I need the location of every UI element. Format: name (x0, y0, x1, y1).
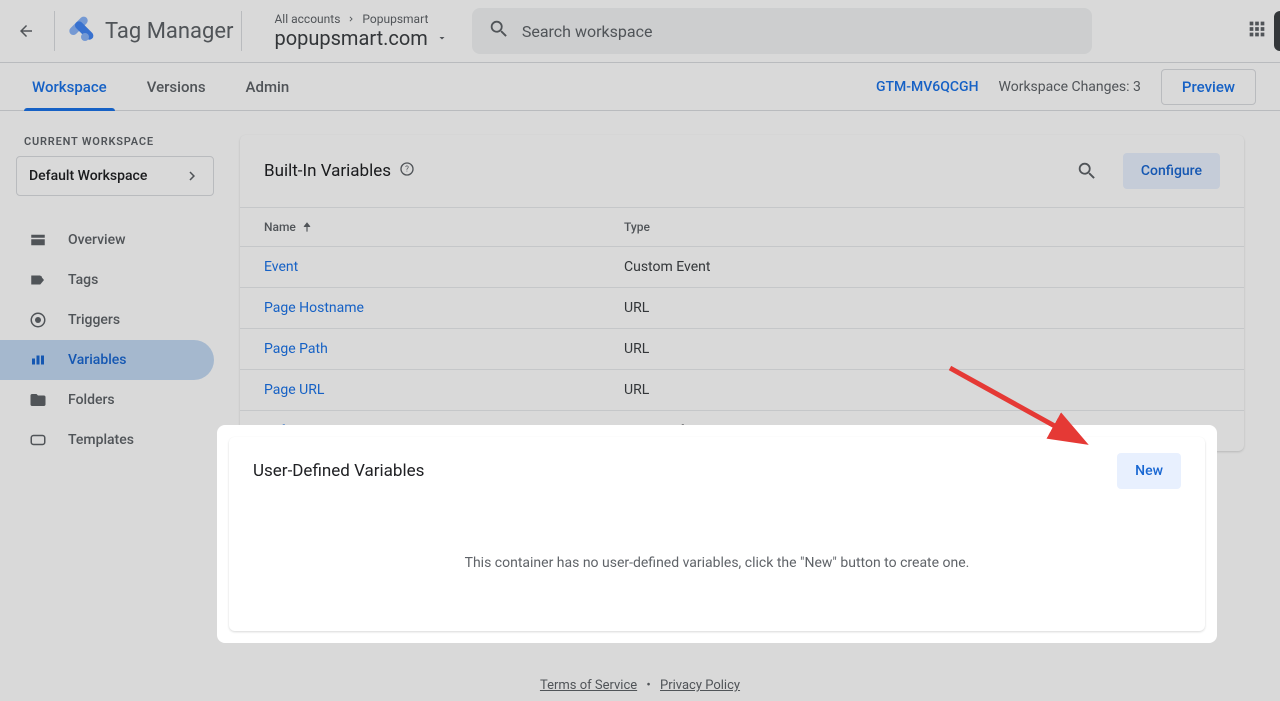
logo-area[interactable]: Tag Manager (63, 15, 233, 47)
sidebar-item-tags[interactable]: Tags (0, 260, 214, 300)
sidebar-item-overview[interactable]: Overview (0, 220, 214, 260)
sidebar-item-label: Variables (68, 352, 126, 368)
search-box[interactable] (472, 8, 1092, 54)
tag-icon (28, 270, 48, 290)
footer-separator: • (646, 678, 650, 693)
sidebar-item-label: Folders (68, 392, 115, 408)
help-icon[interactable]: ? (399, 161, 415, 181)
new-button[interactable]: New (1117, 453, 1181, 489)
sidebar: CURRENT WORKSPACE Default Workspace Over… (0, 111, 222, 701)
col-name-header[interactable]: Name (264, 220, 624, 234)
chevron-right-icon (346, 14, 356, 24)
configure-button[interactable]: Configure (1123, 153, 1220, 189)
tos-link[interactable]: Terms of Service (540, 678, 637, 693)
folder-icon (28, 390, 48, 410)
builtin-variables-card: Built-In Variables ? Configure Name Type (240, 135, 1244, 451)
empty-state-text: This container has no user-defined varia… (229, 505, 1205, 631)
variable-type: Custom Event (624, 259, 1220, 275)
footer: Terms of Service • Privacy Policy (0, 678, 1280, 693)
table-row[interactable]: Page PathURL (240, 328, 1244, 369)
sidebar-item-folders[interactable]: Folders (0, 380, 214, 420)
table-row[interactable]: Page URLURL (240, 369, 1244, 410)
account-selector[interactable]: All accounts Popupsmart popupsmart.com (274, 12, 447, 50)
sidebar-item-label: Overview (68, 232, 125, 248)
variable-link[interactable]: Page URL (264, 382, 624, 398)
tabs-row: Workspace Versions Admin GTM-MV6QCGH Wor… (0, 63, 1280, 111)
caret-down-icon (436, 32, 448, 44)
workspace-changes: Workspace Changes: 3 (999, 79, 1141, 95)
search-icon (1076, 160, 1098, 182)
svg-text:?: ? (405, 165, 409, 174)
back-button[interactable] (10, 15, 42, 47)
card-title: User-Defined Variables (253, 461, 424, 481)
product-name: Tag Manager (105, 19, 233, 44)
sidebar-item-variables[interactable]: Variables (0, 340, 214, 380)
trigger-icon (28, 310, 48, 330)
apps-icon[interactable] (1246, 18, 1268, 44)
variable-type: URL (624, 341, 1220, 357)
overview-icon (28, 230, 48, 250)
container-id[interactable]: GTM-MV6QCGH (876, 79, 979, 95)
col-type-header[interactable]: Type (624, 220, 1220, 234)
tab-admin[interactable]: Admin (238, 63, 298, 111)
breadcrumb-all: All accounts (274, 12, 340, 26)
card-title: Built-In Variables (264, 161, 391, 181)
app-header: Tag Manager All accounts Popupsmart popu… (0, 0, 1280, 63)
current-workspace-label: CURRENT WORKSPACE (24, 135, 214, 148)
sort-asc-icon (300, 220, 314, 234)
gtm-logo-icon (63, 15, 95, 47)
variable-link[interactable]: Page Path (264, 341, 624, 357)
sidebar-item-label: Templates (68, 432, 134, 448)
divider (241, 11, 242, 51)
variable-link[interactable]: Page Hostname (264, 300, 624, 316)
chevron-right-icon (183, 167, 201, 185)
avatar[interactable] (1274, 11, 1280, 51)
sidebar-item-templates[interactable]: Templates (0, 420, 214, 460)
privacy-link[interactable]: Privacy Policy (660, 678, 740, 693)
table-header: Name Type (240, 207, 1244, 246)
tab-workspace[interactable]: Workspace (24, 63, 115, 111)
variable-type: URL (624, 382, 1220, 398)
variable-icon (28, 350, 48, 370)
tab-versions[interactable]: Versions (139, 63, 214, 111)
template-icon (28, 430, 48, 450)
breadcrumb-account: Popupsmart (362, 12, 428, 26)
table-row[interactable]: Page HostnameURL (240, 287, 1244, 328)
preview-button[interactable]: Preview (1161, 69, 1256, 105)
variable-link[interactable]: Event (264, 259, 624, 275)
divider (54, 11, 55, 51)
arrow-left-icon (17, 22, 35, 40)
workspace-name: Default Workspace (29, 168, 147, 184)
sidebar-item-triggers[interactable]: Triggers (0, 300, 214, 340)
sidebar-item-label: Tags (68, 272, 98, 288)
user-defined-variables-card: User-Defined Variables New This containe… (229, 437, 1205, 631)
breadcrumb: All accounts Popupsmart (274, 12, 447, 26)
sidebar-item-label: Triggers (68, 312, 120, 328)
workspace-selector[interactable]: Default Workspace (16, 156, 214, 196)
table-row[interactable]: EventCustom Event (240, 246, 1244, 287)
search-button[interactable] (1067, 151, 1107, 191)
search-icon (488, 18, 510, 44)
variable-type: URL (624, 300, 1220, 316)
highlight-wrapper: User-Defined Variables New This containe… (217, 425, 1217, 643)
search-input[interactable] (522, 22, 1076, 41)
container-name: popupsmart.com (274, 26, 427, 50)
